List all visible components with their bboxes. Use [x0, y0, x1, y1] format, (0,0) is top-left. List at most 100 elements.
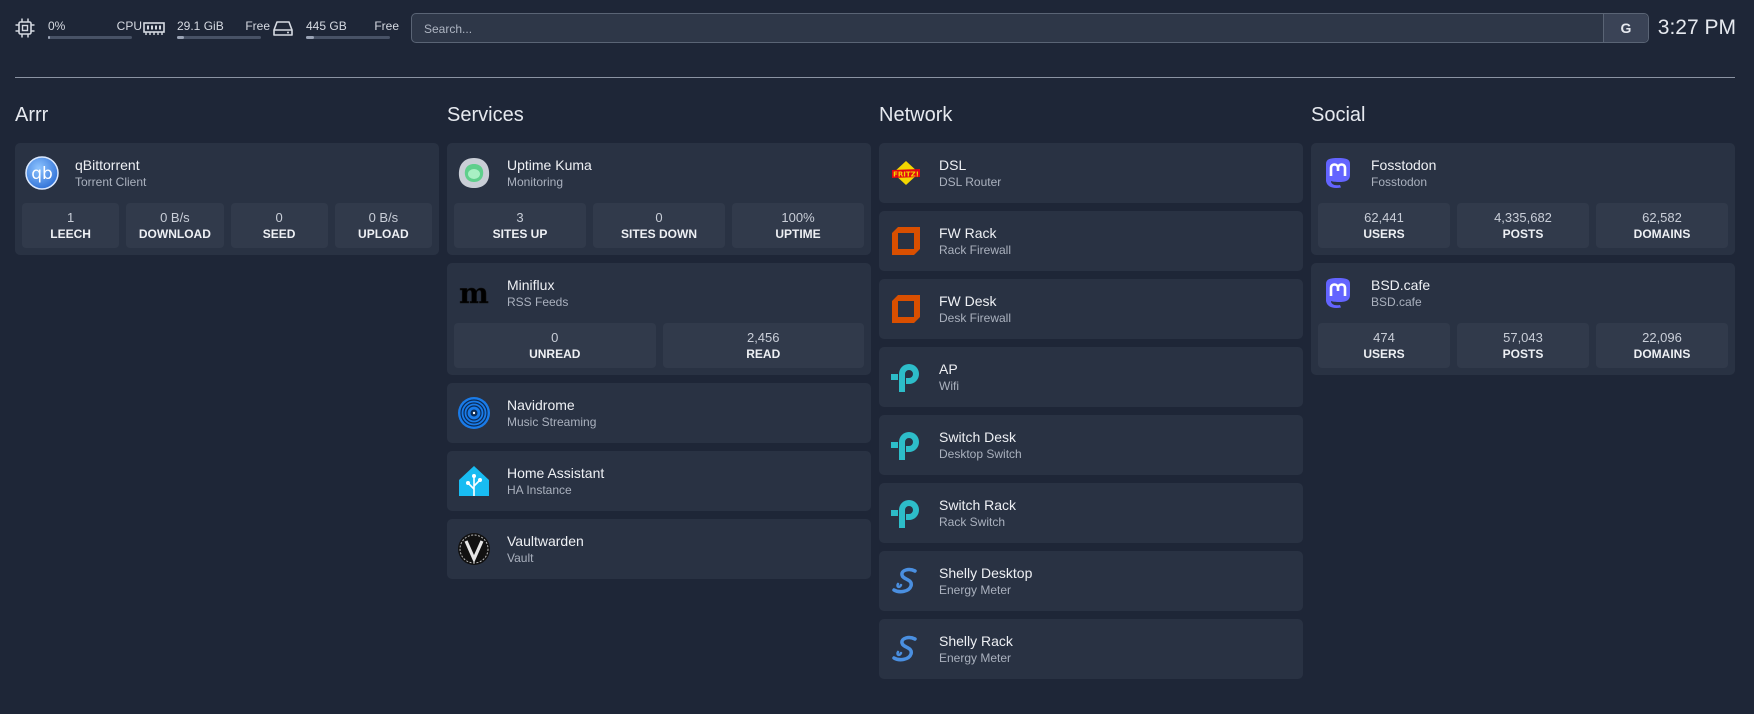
stat-value: 0 [275, 210, 283, 225]
service-stats: 3 SITES UP 0 SITES DOWN 100% UPTIME [447, 203, 871, 255]
navidrome-icon [458, 397, 490, 429]
group-social: Social Fosstodon Fosstodon 62,441 USERS 4… [1311, 102, 1735, 383]
stat-label: USERS [1363, 347, 1405, 361]
service-card-qbittorrent[interactable]: qb qBittorrent Torrent Client 1 LEECH 0 B… [15, 143, 439, 255]
tplink-icon [891, 500, 919, 528]
shelly-icon [892, 567, 917, 594]
stat-block: 100% UPTIME [732, 203, 864, 248]
group-title: Services [447, 104, 524, 126]
service-card-dsl[interactable]: FRITZ! DSL DSL Router [879, 143, 1303, 203]
service-card-switch-desk[interactable]: Switch Desk Desktop Switch [879, 415, 1303, 475]
group-title: Social [1311, 104, 1366, 126]
group-title: Arrr [15, 104, 49, 126]
service-description: Vault [507, 551, 534, 565]
group-network: Network FRITZ! DSL DSL Router FW Rack Ra… [879, 102, 1303, 687]
service-card-switch-rack[interactable]: Switch Rack Rack Switch [879, 483, 1303, 543]
service-name: Navidrome [507, 397, 575, 413]
stat-block: 2,456 READ [662, 323, 864, 368]
stat-block: 62,441 USERS [1318, 203, 1450, 248]
search-bar: G [411, 13, 1649, 43]
stat-label: USERS [1363, 227, 1405, 241]
service-description: RSS Feeds [507, 295, 569, 309]
service-description: Music Streaming [507, 415, 597, 429]
stat-label: DOMAINS [1633, 227, 1691, 241]
service-name: Shelly Desktop [939, 565, 1033, 581]
stat-value: 3 [516, 210, 524, 225]
disk-widget: 445 GB Free [272, 14, 399, 44]
service-stats: 1 LEECH 0 B/s DOWNLOAD 0 SEED 0 B/s UPLOAD [15, 203, 439, 255]
service-name: AP [939, 361, 958, 377]
service-description: Wifi [939, 379, 959, 393]
stat-block: 22,096 DOMAINS [1596, 323, 1728, 368]
stat-block: 0 B/s DOWNLOAD [126, 203, 224, 248]
service-description: Rack Firewall [939, 243, 1012, 257]
service-stats: 474 USERS 57,043 POSTS 22,096 DOMAINS [1311, 323, 1735, 375]
disk-usage-fill [306, 36, 315, 39]
memory-usage-bar [177, 36, 261, 39]
cpu-usage-bar [48, 36, 132, 39]
service-name: FW Rack [939, 225, 997, 241]
qbittorrent-icon: qb [25, 156, 59, 190]
service-description: BSD.cafe [1371, 295, 1422, 309]
search-provider-button[interactable]: G [1603, 14, 1648, 42]
service-name: DSL [939, 157, 967, 173]
memory-label: Free [245, 19, 270, 33]
service-name: Switch Desk [939, 429, 1017, 445]
service-card-ap[interactable]: AP Wifi [879, 347, 1303, 407]
service-card-shelly-desktop[interactable]: Shelly Desktop Energy Meter [879, 551, 1303, 611]
service-description: HA Instance [507, 483, 572, 497]
service-stats: 62,441 USERS 4,335,682 POSTS 62,582 DOMAINS [1311, 203, 1735, 255]
vaultwarden-icon [458, 533, 490, 565]
opnsense-icon [892, 295, 920, 323]
stat-value: 474 [1373, 330, 1395, 345]
cpu-widget: 0% CPU [14, 14, 142, 44]
stat-label: POSTS [1502, 227, 1544, 241]
service-name: FW Desk [939, 293, 997, 309]
stat-label: DOMAINS [1633, 347, 1691, 361]
svg-text:qb: qb [31, 164, 53, 184]
stat-value: 0 B/s [160, 210, 190, 225]
service-card-fosstodon[interactable]: Fosstodon Fosstodon 62,441 USERS 4,335,68… [1311, 143, 1735, 255]
stat-block: 4,335,682 POSTS [1457, 203, 1589, 248]
memory-widget: 29.1 GiB Free [143, 14, 270, 44]
stat-label: SITES DOWN [620, 227, 697, 241]
service-card-fw-rack[interactable]: FW Rack Rack Firewall [879, 211, 1303, 271]
stat-label: UNREAD [529, 347, 581, 361]
service-card-uptime-kuma[interactable]: Uptime Kuma Monitoring 3 SITES UP 0 SITES … [447, 143, 871, 255]
shelly-icon [892, 635, 917, 662]
stat-value: 0 [551, 330, 559, 345]
stat-label: DOWNLOAD [138, 227, 211, 241]
service-description: Energy Meter [939, 583, 1012, 597]
service-card-home-assistant[interactable]: Home Assistant HA Instance [447, 451, 871, 511]
uptime-kuma-icon [458, 158, 490, 188]
stat-label: UPLOAD [358, 227, 409, 241]
svg-text:FRITZ!: FRITZ! [893, 171, 919, 179]
stat-block: 0 B/s UPLOAD [334, 203, 432, 248]
stat-value: 57,043 [1503, 330, 1543, 345]
stat-value: 0 [655, 210, 663, 225]
service-card-shelly-rack[interactable]: Shelly Rack Energy Meter [879, 619, 1303, 679]
service-name: Home Assistant [507, 465, 605, 481]
header-divider [15, 77, 1735, 78]
group-title: Network [879, 104, 953, 126]
service-card-miniflux[interactable]: m Miniflux RSS Feeds 0 UNREAD 2,456 READ [447, 263, 871, 375]
service-card-fw-desk[interactable]: FW Desk Desk Firewall [879, 279, 1303, 339]
group-arrr: Arrr qb qBittorrent Torrent Client 1 LEEC… [15, 102, 439, 263]
fritzbox-icon: FRITZ! [892, 161, 920, 185]
opnsense-icon [892, 227, 920, 255]
search-input[interactable] [422, 19, 1606, 39]
service-card-navidrome[interactable]: Navidrome Music Streaming [447, 383, 871, 443]
disk-value: 445 GB [306, 19, 347, 33]
stat-block: 0 SITES DOWN [593, 203, 725, 248]
stat-value: 62,441 [1364, 210, 1404, 225]
stat-value: 22,096 [1642, 330, 1682, 345]
cpu-icon [15, 18, 35, 38]
service-card-bsd-cafe[interactable]: BSD.cafe BSD.cafe 474 USERS 57,043 POSTS 2… [1311, 263, 1735, 375]
cpu-usage-fill [48, 36, 50, 39]
stat-label: SITES UP [492, 227, 548, 241]
service-name: qBittorrent [75, 157, 140, 173]
service-card-vaultwarden[interactable]: Vaultwarden Vault [447, 519, 871, 579]
stat-block: 1 LEECH [22, 203, 120, 248]
stat-value: 2,456 [746, 330, 780, 345]
home-assistant-icon [459, 466, 489, 496]
